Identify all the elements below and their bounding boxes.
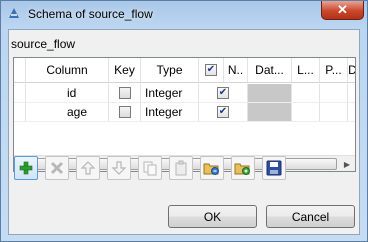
cell-key[interactable] xyxy=(109,84,141,103)
add-icon xyxy=(19,161,33,175)
scroll-right-arrow[interactable]: ▶ xyxy=(339,156,355,171)
paste-icon xyxy=(175,160,187,176)
cell-precision[interactable] xyxy=(320,84,348,103)
cell-type[interactable]: Integer xyxy=(141,84,199,103)
column-header-length[interactable]: L... xyxy=(292,58,320,82)
column-header-default[interactable]: D... xyxy=(348,58,355,82)
dialog-content: source_flow Column Key Type ✔ N.. Dat...… xyxy=(8,29,360,235)
export-icon xyxy=(234,163,250,175)
title-bar[interactable]: Schema of source_flow ✕ xyxy=(1,1,367,28)
close-button[interactable]: ✕ xyxy=(321,1,364,20)
nullable-checkbox[interactable]: ✔ xyxy=(217,87,229,99)
ok-button[interactable]: OK xyxy=(168,205,257,228)
copy-icon xyxy=(143,161,157,176)
cell-length[interactable] xyxy=(292,103,320,122)
cell-date-pattern xyxy=(248,103,292,122)
cell-key[interactable] xyxy=(109,103,141,122)
row-header-corner xyxy=(14,58,26,82)
table-header: Column Key Type ✔ N.. Dat... L... P... D… xyxy=(14,58,355,83)
cell-nullable[interactable]: ✔ xyxy=(199,103,248,122)
remove-icon xyxy=(50,161,64,175)
copy-button[interactable] xyxy=(138,156,162,180)
row-marker xyxy=(14,103,26,122)
schema-table: Column Key Type ✔ N.. Dat... L... P... D… xyxy=(13,57,356,172)
cell-length[interactable] xyxy=(292,84,320,103)
table-row[interactable]: age Integer ✔ xyxy=(14,103,355,122)
key-checkbox[interactable] xyxy=(118,87,131,99)
cell-default[interactable] xyxy=(348,103,355,122)
import-icon xyxy=(203,163,219,175)
cell-column-name[interactable]: id xyxy=(26,84,109,103)
cell-nullable[interactable]: ✔ xyxy=(199,84,248,103)
move-down-button[interactable] xyxy=(107,156,131,180)
cell-precision[interactable] xyxy=(320,103,348,122)
window-title: Schema of source_flow xyxy=(28,7,153,21)
nullable-checkbox[interactable]: ✔ xyxy=(217,106,229,118)
column-header-key[interactable]: Key xyxy=(109,58,141,82)
key-checkbox[interactable] xyxy=(118,106,131,118)
remove-button[interactable] xyxy=(45,156,69,180)
add-button[interactable] xyxy=(14,156,38,180)
schema-dialog: Schema of source_flow ✕ source_flow Colu… xyxy=(0,0,368,242)
cell-date-pattern xyxy=(248,84,292,103)
cell-default[interactable] xyxy=(348,84,355,103)
column-header-type[interactable]: Type xyxy=(141,58,199,82)
paste-button[interactable] xyxy=(169,156,193,180)
select-all-checkbox[interactable]: ✔ xyxy=(205,64,217,76)
save-icon xyxy=(266,160,282,176)
move-down-icon xyxy=(111,161,127,175)
column-header-precision[interactable]: P... xyxy=(320,58,348,82)
export-button[interactable] xyxy=(231,156,255,180)
cell-column-name[interactable]: age xyxy=(26,103,109,122)
column-header-column[interactable]: Column xyxy=(26,58,109,82)
schema-name-label: source_flow xyxy=(11,37,76,51)
table-row[interactable]: id Integer ✔ xyxy=(14,84,355,103)
cancel-button[interactable]: Cancel xyxy=(266,205,355,228)
app-icon xyxy=(9,8,19,18)
cell-type[interactable]: Integer xyxy=(141,103,199,122)
row-marker xyxy=(14,84,26,103)
column-header-select-all[interactable]: ✔ xyxy=(199,58,224,82)
move-up-button[interactable] xyxy=(76,156,100,180)
import-button[interactable] xyxy=(200,156,224,180)
column-header-nullable[interactable]: N.. xyxy=(224,58,248,82)
column-header-date-pattern[interactable]: Dat... xyxy=(248,58,292,82)
move-up-icon xyxy=(80,161,96,175)
save-button[interactable] xyxy=(262,156,286,180)
